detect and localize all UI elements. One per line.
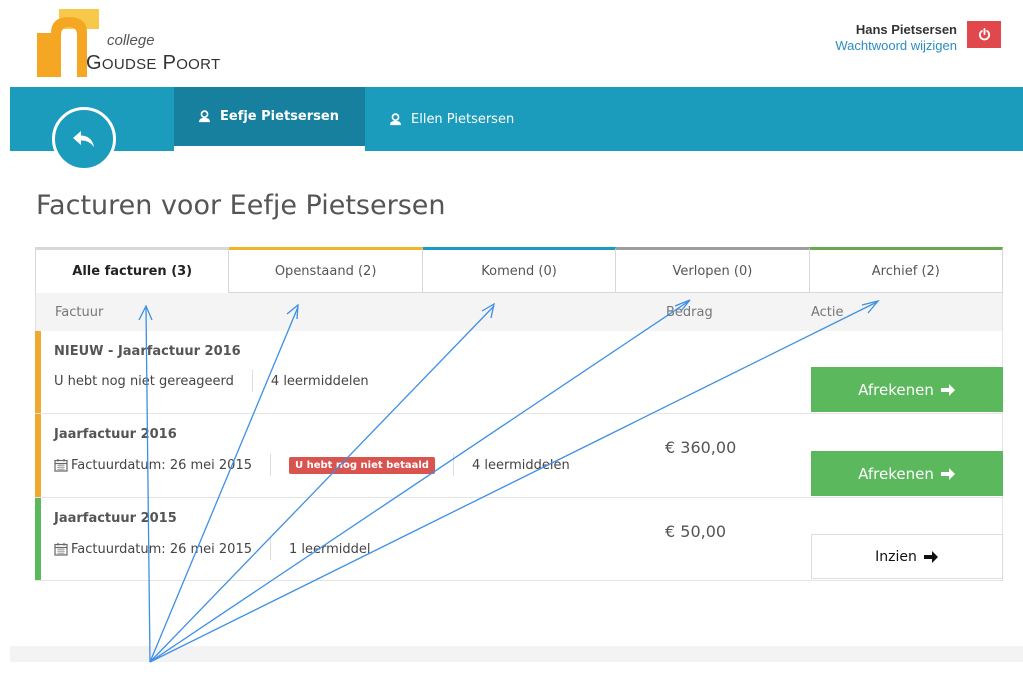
divider (251, 370, 253, 392)
column-action: Actie (811, 305, 844, 320)
tab-all-invoices[interactable]: Alle facturen (3) (35, 247, 230, 293)
invoice-amount: € 360,00 (665, 438, 737, 457)
table-row: Jaarfactuur 2015 Factuurdatum: 26 mei 20… (35, 498, 1003, 581)
item-count: 4 leermiddelen (270, 373, 369, 389)
table-header: Factuur Bedrag Actie (35, 293, 1003, 331)
tab-upcoming[interactable]: Komend (0) (422, 247, 617, 293)
invoice-title: Jaarfactuur 2015 (54, 511, 177, 526)
student-tab-label: Eefje Pietsersen (220, 109, 339, 124)
logout-button[interactable] (967, 21, 1001, 48)
user-icon (198, 110, 211, 123)
checkout-button[interactable]: Afrekenen (811, 367, 1003, 412)
invoice-meta: Factuurdatum: 26 mei 2015 U hebt nog nie… (54, 454, 570, 476)
divider (452, 454, 454, 476)
divider (269, 538, 271, 560)
table-row: Jaarfactuur 2016 Factuurdatum: 26 mei 20… (35, 414, 1003, 498)
user-box: Hans Pietsersen Wachtwoord wijzigen (835, 22, 957, 53)
checkout-button[interactable]: Afrekenen (811, 451, 1003, 496)
checkout-button-label: Afrekenen (858, 380, 934, 399)
view-button-label: Inzien (875, 548, 917, 565)
response-status: U hebt nog niet gereageerd (54, 373, 234, 389)
column-invoice: Factuur (55, 305, 104, 320)
item-count: 1 leermiddel (288, 541, 371, 557)
power-icon (978, 28, 990, 41)
logo-college-text: college (107, 32, 155, 49)
invoice-meta: U hebt nog niet gereageerd 4 leermiddele… (54, 370, 369, 392)
arrow-right-icon (940, 383, 955, 396)
user-name: Hans Pietsersen (855, 22, 957, 37)
invoice-date: Factuurdatum: 26 mei 2015 (71, 541, 252, 557)
row-status-stripe (35, 331, 41, 413)
view-button[interactable]: Inzien (811, 534, 1003, 579)
column-amount: Bedrag (666, 305, 713, 320)
row-status-stripe (35, 498, 41, 580)
invoice-filter-tabs: Alle facturen (3) Openstaand (2) Komend … (35, 247, 1004, 293)
status-badge: U hebt nog niet betaald (288, 456, 435, 474)
tab-expired[interactable]: Verlopen (0) (616, 247, 810, 293)
invoice-amount: € 50,00 (665, 522, 727, 541)
invoice-date: Factuurdatum: 26 mei 2015 (71, 457, 252, 473)
page-title: Facturen voor Eefje Pietsersen (36, 190, 446, 221)
back-button[interactable] (52, 107, 116, 171)
arrow-right-icon (923, 550, 938, 563)
invoice-title: Jaarfactuur 2016 (54, 427, 177, 442)
user-icon (389, 112, 402, 125)
table-row: NIEUW - Jaarfactuur 2016 U hebt nog niet… (35, 331, 1003, 414)
item-count: 4 leermiddelen (471, 457, 570, 473)
arrow-right-icon (940, 467, 955, 480)
student-tab-label: Ellen Pietsersen (411, 111, 515, 127)
logo-school-name: GOUDSE POORT (86, 52, 221, 74)
college-logo[interactable]: college GOUDSE POORT (37, 9, 227, 77)
invoice-title: NIEUW - Jaarfactuur 2016 (54, 344, 241, 359)
calendar-icon (54, 543, 68, 556)
reply-arrow-icon (73, 131, 94, 147)
row-status-stripe (35, 414, 41, 497)
invoice-meta: Factuurdatum: 26 mei 2015 1 leermiddel (54, 538, 371, 560)
divider (269, 454, 271, 476)
student-tab-eefje[interactable]: Eefje Pietsersen (174, 87, 365, 151)
tab-outstanding[interactable]: Openstaand (2) (229, 247, 423, 293)
checkout-button-label: Afrekenen (858, 464, 934, 483)
calendar-icon (54, 459, 68, 472)
footer-strip (10, 646, 1023, 662)
tab-archive[interactable]: Archief (2) (809, 247, 1004, 293)
change-password-link[interactable]: Wachtwoord wijzigen (835, 38, 957, 53)
student-tab-ellen[interactable]: Ellen Pietsersen (365, 87, 565, 151)
